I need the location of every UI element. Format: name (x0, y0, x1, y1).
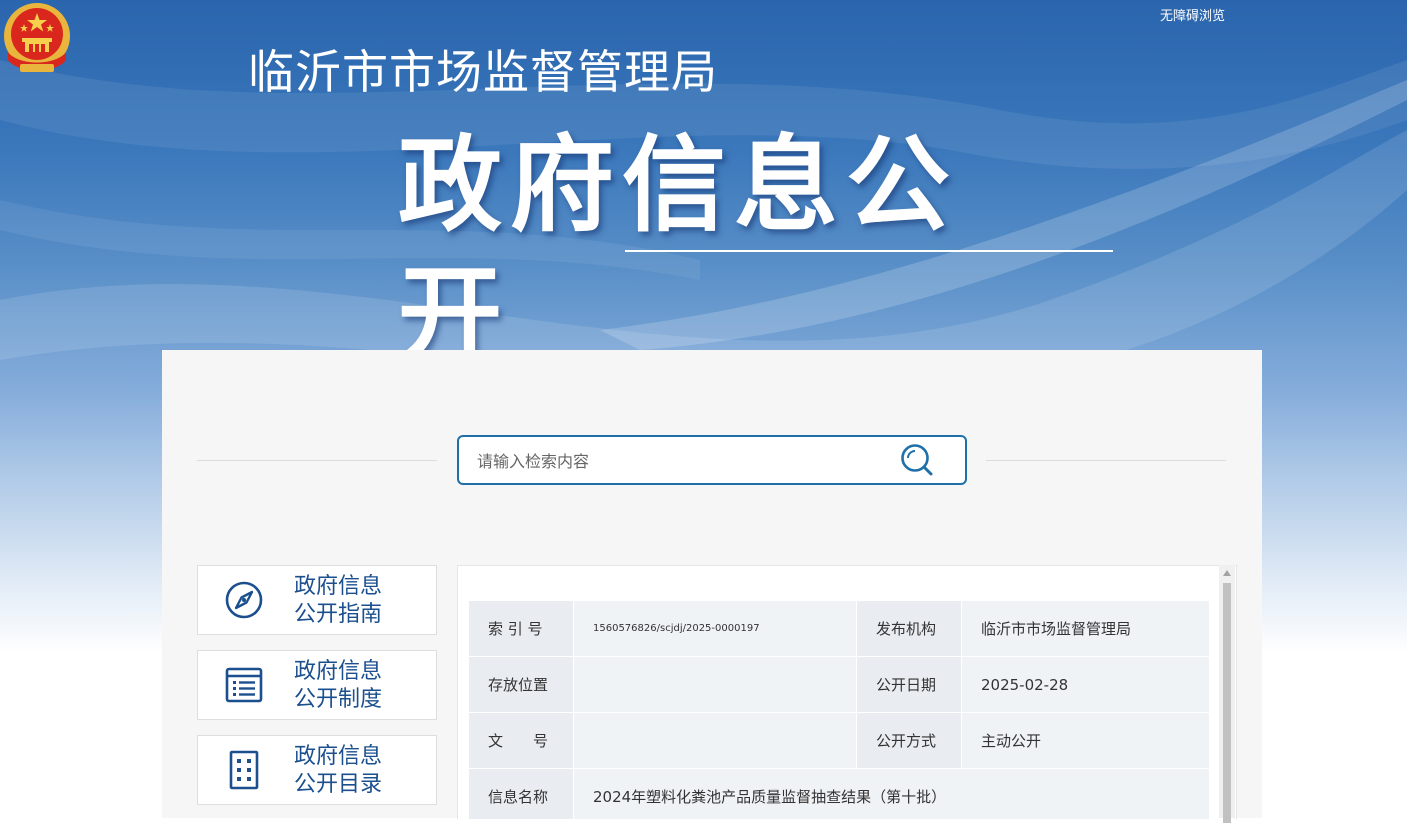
agency-name: 临沂市市场监督管理局 (248, 45, 718, 99)
document-metadata-table: 索 引 号 1560576826/scjdj/2025-0000197 发布机构… (468, 600, 1210, 819)
sidebar-item-label: 政府信息 公开指南 (294, 573, 424, 629)
publish-date-value: 2025-02-28 (961, 656, 1210, 713)
search-icon[interactable] (900, 443, 934, 477)
document-number-value (573, 712, 857, 769)
table-row: 信息名称 2024年塑料化粪池产品质量监督抽查结果（第十批） (468, 768, 1210, 819)
info-title-value: 2024年塑料化粪池产品质量监督抽查结果（第十批） (573, 768, 1210, 819)
index-number-label: 索 引 号 (468, 600, 574, 657)
sidebar-label-line1: 政府信息 (294, 574, 383, 599)
content-scrollbar[interactable] (1219, 565, 1235, 823)
table-row: 索 引 号 1560576826/scjdj/2025-0000197 发布机构… (468, 600, 1210, 657)
publish-method-label: 公开方式 (856, 712, 962, 769)
document-content-area: 索 引 号 1560576826/scjdj/2025-0000197 发布机构… (457, 565, 1237, 819)
storage-location-label: 存放位置 (468, 656, 574, 713)
scroll-up-arrow-icon[interactable] (1223, 570, 1231, 576)
sidebar-label-line1: 政府信息 (294, 659, 383, 684)
document-list-icon (225, 667, 263, 703)
table-row: 文 号 公开方式 主动公开 (468, 712, 1210, 769)
index-number-value: 1560576826/scjdj/2025-0000197 (573, 600, 857, 657)
sidebar-item-catalog[interactable]: 政府信息 公开目录 (197, 735, 437, 805)
search-divider-left (197, 460, 437, 461)
publisher-label: 发布机构 (856, 600, 962, 657)
accessibility-link[interactable]: 无障碍浏览 (1160, 5, 1225, 24)
sidebar-label-line1: 政府信息 (294, 744, 383, 769)
search-divider-right (986, 460, 1226, 461)
document-number-label: 文 号 (468, 712, 574, 769)
search-input[interactable] (475, 437, 899, 485)
scrollbar-thumb[interactable] (1223, 583, 1231, 823)
search-box (457, 435, 967, 485)
catalog-grid-icon (229, 750, 259, 790)
publish-method-value: 主动公开 (961, 712, 1210, 769)
info-title-label: 信息名称 (468, 768, 574, 819)
publish-date-label: 公开日期 (856, 656, 962, 713)
sidebar-item-guide[interactable]: 政府信息 公开指南 (197, 565, 437, 635)
national-emblem-icon (4, 3, 70, 72)
table-row: 存放位置 公开日期 2025-02-28 (468, 656, 1210, 713)
sidebar-label-line2: 公开指南 (294, 602, 383, 627)
main-panel: 政府信息 公开指南 政府信息 公开制度 (162, 350, 1262, 823)
sidebar-item-label: 政府信息 公开目录 (294, 743, 424, 799)
sidebar-label-line2: 公开制度 (294, 687, 383, 712)
storage-location-value (573, 656, 857, 713)
compass-icon (225, 581, 263, 619)
publisher-value: 临沂市市场监督管理局 (961, 600, 1210, 657)
sidebar-label-line2: 公开目录 (294, 772, 383, 797)
sidebar-item-label: 政府信息 公开制度 (294, 658, 424, 714)
banner-title-underline (625, 250, 1113, 252)
sidebar-item-regulations[interactable]: 政府信息 公开制度 (197, 650, 437, 720)
